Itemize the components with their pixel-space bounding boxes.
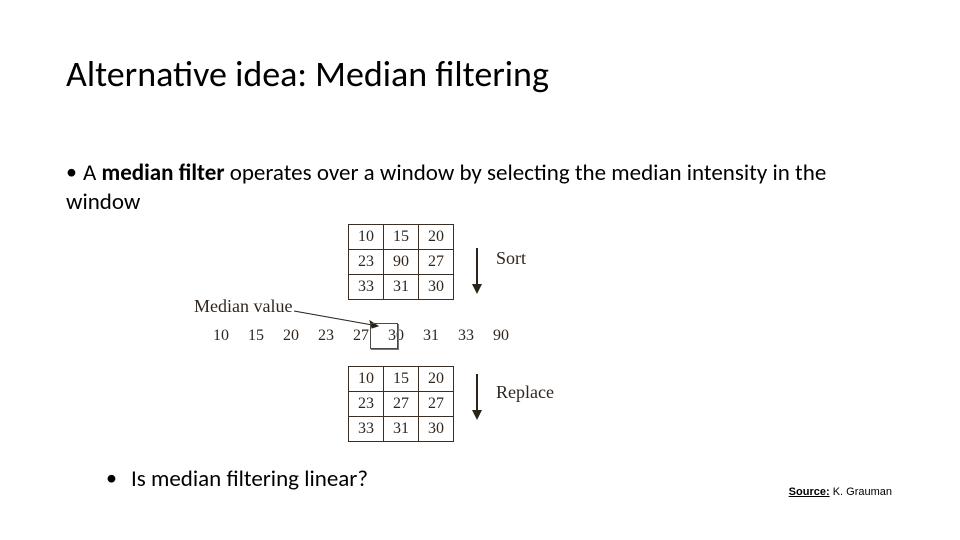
grid-cell: 27	[419, 392, 454, 417]
sorted-val: 31	[417, 327, 445, 345]
sorted-val: 90	[487, 327, 515, 345]
grid-cell: 31	[384, 417, 419, 442]
slide-title: Alternative idea: Median filtering	[66, 52, 549, 96]
grid-bottom: 10 15 20 23 27 27 33 31 30	[348, 366, 454, 442]
source-author: K. Grauman	[830, 486, 892, 498]
grid-cell: 27	[384, 392, 419, 417]
source-label: Source:	[789, 486, 830, 498]
grid-cell: 30	[419, 417, 454, 442]
grid-cell: 23	[349, 392, 384, 417]
slide: Alternative idea: Median filtering •A me…	[0, 0, 960, 540]
arrow-replace-head	[472, 410, 482, 420]
sorted-val: 15	[242, 327, 270, 345]
bullet-dot: •	[106, 464, 117, 491]
bullet1-prefix: A	[83, 159, 102, 187]
replace-label: Replace	[496, 382, 554, 403]
median-box	[370, 323, 398, 349]
grid-cell: 10	[349, 367, 384, 392]
bullet1-bold: median filter	[101, 159, 224, 187]
sorted-val: 20	[277, 327, 305, 345]
source-credit: Source: K. Grauman	[789, 486, 892, 498]
bullet2-text: Is median filtering linear?	[131, 465, 368, 493]
sorted-val: 33	[452, 327, 480, 345]
arrow-replace	[476, 374, 478, 410]
bullet-2: • Is median filtering linear?	[106, 464, 368, 493]
sorted-row: 101520232730313390	[207, 327, 515, 345]
grid-cell: 20	[419, 367, 454, 392]
sorted-val: 10	[207, 327, 235, 345]
grid-cell: 33	[349, 417, 384, 442]
grid-cell: 15	[384, 367, 419, 392]
median-figure: 10 15 20 23 90 27 33 31 30 Sort Median v…	[200, 218, 760, 448]
bullet-1: •A median filter operates over a window …	[66, 158, 886, 217]
sorted-val: 23	[312, 327, 340, 345]
sort-label: Sort	[496, 248, 526, 269]
bullet-dot: •	[66, 158, 77, 185]
